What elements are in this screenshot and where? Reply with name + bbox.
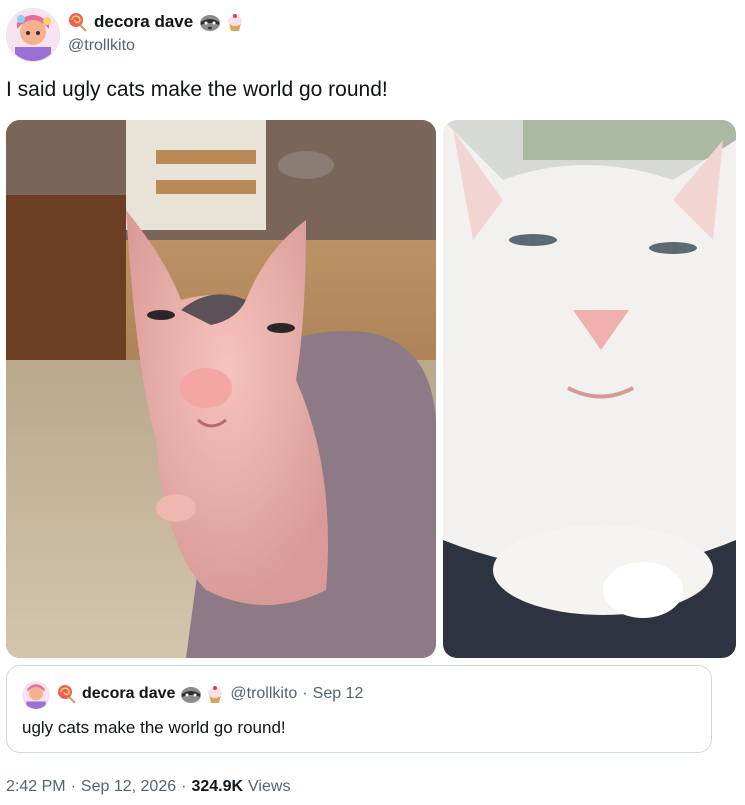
tweet-header: decora dave @trollkito [6, 6, 726, 62]
author-display-name[interactable]: decora dave [94, 12, 193, 32]
lollipop-icon [57, 684, 77, 704]
quoted-text: ugly cats make the world go round! [22, 718, 286, 737]
quoted-avatar[interactable] [22, 681, 50, 709]
quoted-date[interactable]: Sep 12 [313, 685, 364, 703]
quoted-author-line: decora dave @trollkito · Sep 12 [57, 684, 363, 704]
meta-separator: · [70, 778, 76, 795]
lollipop-icon [68, 12, 88, 32]
tweet-text: I said ugly cats make the world go round… [6, 78, 388, 101]
tweet-time[interactable]: 2:42 PM [6, 778, 66, 796]
quoted-separator: · [302, 685, 308, 702]
tweet-date[interactable]: Sep 12, 2026 [81, 778, 176, 796]
avatar[interactable] [6, 8, 60, 62]
meta-separator: · [181, 778, 187, 795]
sphynx-cat-photo[interactable] [6, 120, 436, 658]
views-count[interactable]: 324.9K [191, 778, 243, 796]
tweet-meta: 2:42 PM · Sep 12, 2026 · 324.9K Views [6, 778, 290, 796]
quoted-tweet[interactable]: decora dave @trollkito · Sep 12 ugly cat… [6, 665, 712, 753]
raccoon-icon [180, 684, 202, 704]
cupcake-icon [205, 684, 225, 704]
cupcake-icon [225, 12, 245, 32]
views-label: Views [248, 778, 291, 795]
quoted-display-name[interactable]: decora dave [82, 685, 175, 703]
author-name-line[interactable]: decora dave [68, 12, 245, 32]
white-cat-photo[interactable] [443, 120, 736, 658]
author-handle[interactable]: @trollkito [68, 37, 135, 55]
quoted-handle[interactable]: @trollkito [230, 685, 297, 703]
raccoon-icon [199, 12, 221, 32]
media-grid [6, 120, 736, 660]
